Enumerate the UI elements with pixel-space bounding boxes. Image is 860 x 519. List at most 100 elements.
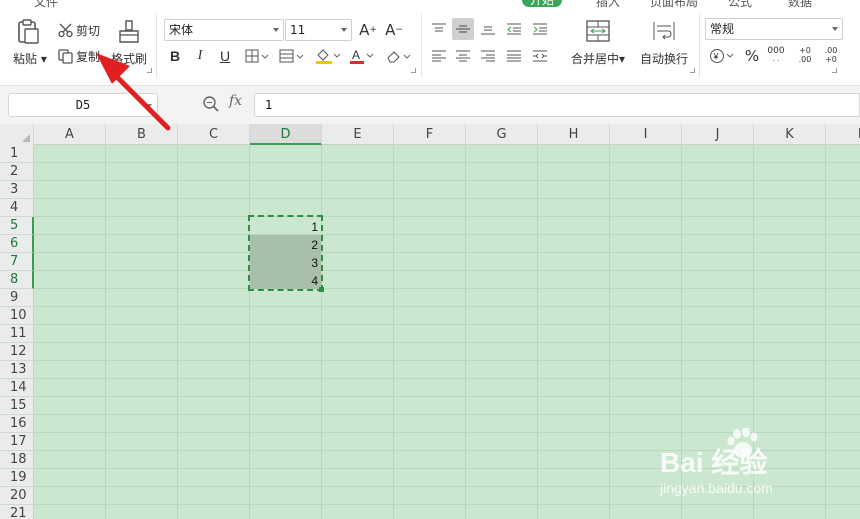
distributed-align-button[interactable] <box>529 45 551 67</box>
italic-button[interactable]: I <box>189 45 211 67</box>
formula-bar: D5 1 <box>0 86 860 124</box>
column-header-e[interactable]: E <box>322 124 394 145</box>
alignment-dialog-launcher[interactable] <box>690 68 695 73</box>
increase-decimal-button[interactable]: +0 .00 <box>795 44 815 66</box>
column-header-g[interactable]: G <box>466 124 538 145</box>
underline-button[interactable]: U <box>214 45 236 67</box>
column-gridline <box>321 145 322 519</box>
menu-tab-data[interactable]: 数据 <box>788 0 812 8</box>
align-top-button[interactable] <box>428 18 450 40</box>
name-box[interactable]: D5 <box>8 93 158 117</box>
fill-color-button[interactable] <box>313 45 343 67</box>
clipboard-dialog-launcher[interactable] <box>147 68 152 73</box>
row-header-5[interactable]: 5 <box>0 217 34 235</box>
wrap-text-label[interactable]: 自动换行 <box>640 50 688 67</box>
row-header-20[interactable]: 20 <box>0 487 34 505</box>
decrease-font-size-icon[interactable]: A − <box>383 19 405 41</box>
row-header-13[interactable]: 13 <box>0 361 34 379</box>
row-header-10[interactable]: 10 <box>0 307 34 325</box>
font-name-combo[interactable]: 宋体 <box>164 19 284 41</box>
row-header-11[interactable]: 11 <box>0 325 34 343</box>
align-right-icon <box>481 50 495 62</box>
row-header-8[interactable]: 8 <box>0 271 34 289</box>
row-header-21[interactable]: 21 <box>0 505 34 519</box>
clear-format-button[interactable] <box>384 45 414 67</box>
column-header-b[interactable]: B <box>106 124 178 145</box>
column-header-k[interactable]: K <box>754 124 826 145</box>
format-painter-button[interactable] <box>118 20 140 44</box>
row-header-7[interactable]: 7 <box>0 253 34 271</box>
merge-center-button[interactable] <box>586 20 610 42</box>
row-header-9[interactable]: 9 <box>0 289 34 307</box>
row-header-3[interactable]: 3 <box>0 181 34 199</box>
zoom-formula-icon[interactable] <box>202 95 220 113</box>
copy-button[interactable]: 复制 <box>58 48 100 65</box>
column-header-f[interactable]: F <box>394 124 466 145</box>
menu-tab-insert[interactable]: 插入 <box>596 0 620 8</box>
column-gridline <box>249 145 250 519</box>
decrease-decimal-button[interactable]: .00 +0 <box>821 44 841 66</box>
select-all-corner[interactable] <box>0 124 34 145</box>
increase-indent-button[interactable] <box>529 18 551 40</box>
justify-button[interactable] <box>503 45 525 67</box>
align-center-button[interactable] <box>452 45 474 67</box>
scissors-icon <box>58 23 73 38</box>
format-painter-label[interactable]: 格式刷 <box>111 50 147 67</box>
formula-input[interactable]: 1 <box>254 93 860 117</box>
paste-label[interactable]: 粘贴 ▾ <box>13 50 47 67</box>
number-format-combo[interactable]: 常规 <box>705 18 843 40</box>
menu-tab-file[interactable]: 文件 <box>34 0 58 8</box>
align-middle-button[interactable] <box>452 18 474 40</box>
row-header-12[interactable]: 12 <box>0 343 34 361</box>
borders-icon <box>245 49 269 63</box>
font-size-combo[interactable]: 11 <box>285 19 352 41</box>
align-right-button[interactable] <box>477 45 499 67</box>
ribbon-separator <box>421 14 422 78</box>
thousands-separator-button[interactable]: 000. . <box>765 44 787 66</box>
percent-button[interactable]: % <box>741 45 763 67</box>
decrease-indent-button[interactable] <box>503 18 525 40</box>
column-header-d[interactable]: D <box>250 124 322 145</box>
column-header-c[interactable]: C <box>178 124 250 145</box>
wrap-text-button[interactable] <box>651 20 677 42</box>
row-header-2[interactable]: 2 <box>0 163 34 181</box>
align-left-button[interactable] <box>428 45 450 67</box>
menu-tab-formulas[interactable]: 公式 <box>728 0 752 8</box>
currency-button[interactable]: ¥ <box>707 45 737 67</box>
row-gridline <box>34 270 860 271</box>
menu-tab-home[interactable]: 开始 <box>522 0 563 7</box>
cut-button[interactable]: 剪切 <box>58 22 100 39</box>
row-header-17[interactable]: 17 <box>0 433 34 451</box>
row-header-1[interactable]: 1 <box>0 145 34 163</box>
row-header-6[interactable]: 6 <box>0 235 34 253</box>
chevron-down-icon <box>341 28 347 32</box>
number-dialog-launcher[interactable] <box>832 68 837 73</box>
row-header-15[interactable]: 15 <box>0 397 34 415</box>
column-header-l[interactable]: L <box>826 124 860 145</box>
row-header-16[interactable]: 16 <box>0 415 34 433</box>
merge-center-label[interactable]: 合并居中▾ <box>571 50 625 67</box>
column-header-a[interactable]: A <box>34 124 106 145</box>
insert-function-button[interactable]: fx <box>229 93 242 109</box>
cell-style-button[interactable] <box>276 45 308 67</box>
row-gridline <box>34 252 860 253</box>
column-header-h[interactable]: H <box>538 124 610 145</box>
font-dialog-launcher[interactable] <box>411 68 416 73</box>
increase-font-size-icon[interactable]: A + <box>357 19 379 41</box>
row-header-14[interactable]: 14 <box>0 379 34 397</box>
column-header-j[interactable]: J <box>682 124 754 145</box>
row-header-18[interactable]: 18 <box>0 451 34 469</box>
align-bottom-button[interactable] <box>477 18 499 40</box>
row-gridline <box>34 216 860 217</box>
fill-handle[interactable] <box>319 287 324 292</box>
font-color-button[interactable]: A <box>347 45 377 67</box>
row-header-4[interactable]: 4 <box>0 199 34 217</box>
font-color-icon: A <box>350 48 374 64</box>
column-header-i[interactable]: I <box>610 124 682 145</box>
menu-tab-page-layout[interactable]: 页面布局 <box>650 0 698 8</box>
bold-button[interactable]: B <box>164 45 186 67</box>
row-header-19[interactable]: 19 <box>0 469 34 487</box>
paste-button[interactable] <box>14 18 42 46</box>
borders-button[interactable] <box>242 45 272 67</box>
column-headers: ABCDEFGHIJKL <box>34 124 860 145</box>
